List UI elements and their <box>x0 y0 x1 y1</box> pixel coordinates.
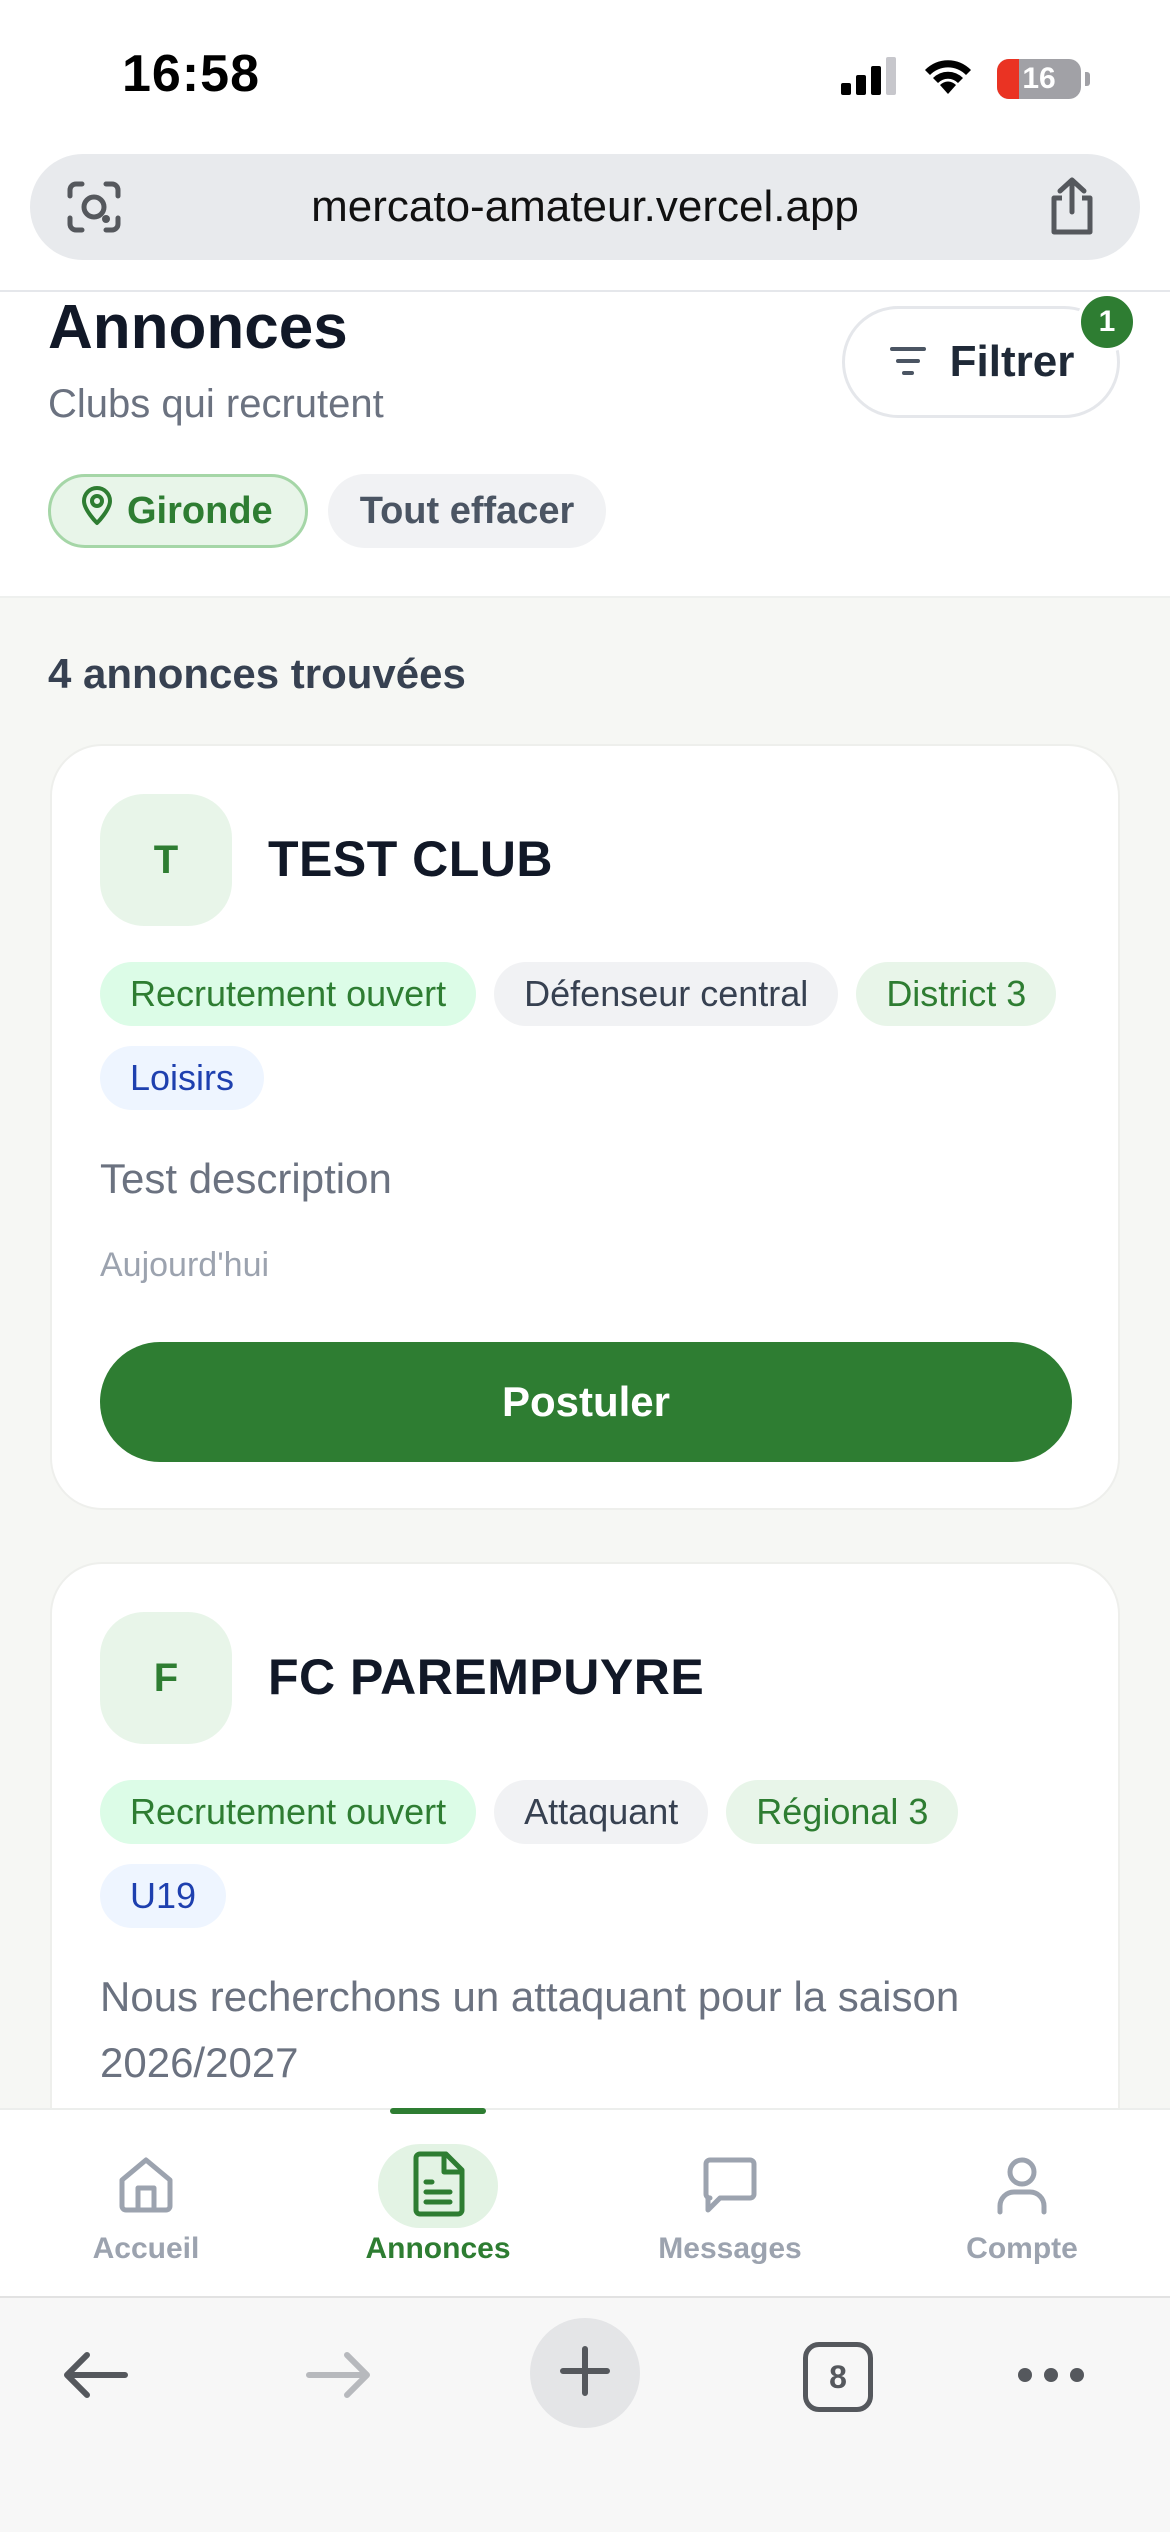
location-pin-icon <box>81 486 113 536</box>
nav-label: Compte <box>966 2232 1078 2265</box>
status-time: 16:58 <box>122 45 260 103</box>
arrow-right-icon <box>303 2349 375 2406</box>
address-bar[interactable]: mercato-amateur.vercel.app <box>30 154 1140 260</box>
visual-search-icon[interactable] <box>66 180 122 239</box>
club-name: FC PAREMPUYRE <box>268 1649 705 1705</box>
nav-item-accueil[interactable]: Accueil <box>0 2144 292 2266</box>
filter-chip-label: Gironde <box>127 489 273 532</box>
active-tab-indicator <box>390 2108 486 2114</box>
chat-bubble-icon <box>698 2152 762 2221</box>
signal-icon <box>841 57 899 100</box>
tabs-button[interactable]: 8 <box>793 2332 883 2422</box>
tag-position: Défenseur central <box>494 962 839 1026</box>
tag-position: Attaquant <box>494 1780 709 1844</box>
page-title: Annonces <box>48 293 348 362</box>
nav-label: Messages <box>658 2232 802 2265</box>
forward-button[interactable] <box>294 2332 384 2422</box>
browser-toolbar: 8 <box>0 2296 1170 2532</box>
share-icon[interactable] <box>1046 176 1098 241</box>
listing-tags: Recrutement ouvert Défenseur central Dis… <box>100 962 1080 1110</box>
more-button[interactable] <box>1006 2332 1096 2422</box>
nav-item-compte[interactable]: Compte <box>876 2144 1168 2266</box>
home-icon <box>114 2152 178 2221</box>
club-avatar: F <box>100 1612 232 1744</box>
arrow-left-icon <box>59 2349 131 2406</box>
nav-item-annonces[interactable]: Annonces <box>292 2144 584 2266</box>
back-button[interactable] <box>50 2332 140 2422</box>
tag-category: Loisirs <box>100 1046 265 1110</box>
nav-label: Annonces <box>365 2232 511 2265</box>
plus-icon <box>557 2343 613 2404</box>
tag-status: Recrutement ouvert <box>100 962 477 1026</box>
listing-card[interactable]: F FC PAREMPUYRE Recrutement ouvert Attaq… <box>50 1562 1120 2108</box>
club-avatar: T <box>100 794 232 926</box>
url-text: mercato-amateur.vercel.app <box>311 182 859 231</box>
battery-icon: 16 <box>997 58 1081 99</box>
listing-tags: Recrutement ouvert Attaquant Régional 3 … <box>100 1780 1080 1928</box>
nav-item-messages[interactable]: Messages <box>584 2144 876 2266</box>
club-name: TEST CLUB <box>268 831 554 887</box>
user-icon <box>990 2152 1054 2221</box>
nav-label: Accueil <box>92 2232 200 2265</box>
tabs-count: 8 <box>803 2342 873 2412</box>
app-screen: 16:58 16 mercato-amateur.vercel.app Anno… <box>0 0 1170 2532</box>
more-dots-icon <box>1015 2365 1087 2390</box>
listing-description: Test description <box>100 1155 392 1202</box>
page-subtitle: Clubs qui recrutent <box>48 382 384 426</box>
tag-category: U19 <box>100 1864 227 1928</box>
filter-chip-gironde[interactable]: Gironde <box>48 474 308 548</box>
document-icon <box>408 2150 468 2223</box>
listing-card[interactable]: T TEST CLUB Recrutement ouvert Défenseur… <box>50 744 1120 1510</box>
listings-area[interactable]: 4 annonces trouvées T TEST CLUB Recrutem… <box>0 598 1170 2108</box>
filter-icon <box>888 343 928 382</box>
filter-label: Filtrer <box>949 337 1075 386</box>
status-bar: 16:58 16 <box>0 0 1170 150</box>
tag-level: Régional 3 <box>726 1780 959 1844</box>
tag-status: Recrutement ouvert <box>100 1780 477 1844</box>
bottom-nav: Accueil Annonces Messages Compte <box>0 2108 1170 2296</box>
tag-level: District 3 <box>856 962 1057 1026</box>
listing-date: Aujourd'hui <box>100 1246 270 1284</box>
battery-level: 16 <box>1022 61 1056 95</box>
status-icons: 16 <box>841 56 1090 101</box>
new-tab-button[interactable] <box>530 2318 640 2428</box>
apply-button[interactable]: Postuler <box>100 1342 1072 1462</box>
filter-count-badge: 1 <box>1077 292 1137 352</box>
wifi-icon <box>921 56 975 101</box>
clear-filters-button[interactable]: Tout effacer <box>327 474 607 548</box>
active-filters: Gironde Tout effacer <box>48 474 607 548</box>
results-count: 4 annonces trouvées <box>48 650 466 697</box>
page-header: Annonces Clubs qui recrutent Filtrer Gir… <box>0 292 1170 598</box>
listing-description: Nous recherchons un attaquant pour la sa… <box>100 1973 960 2086</box>
